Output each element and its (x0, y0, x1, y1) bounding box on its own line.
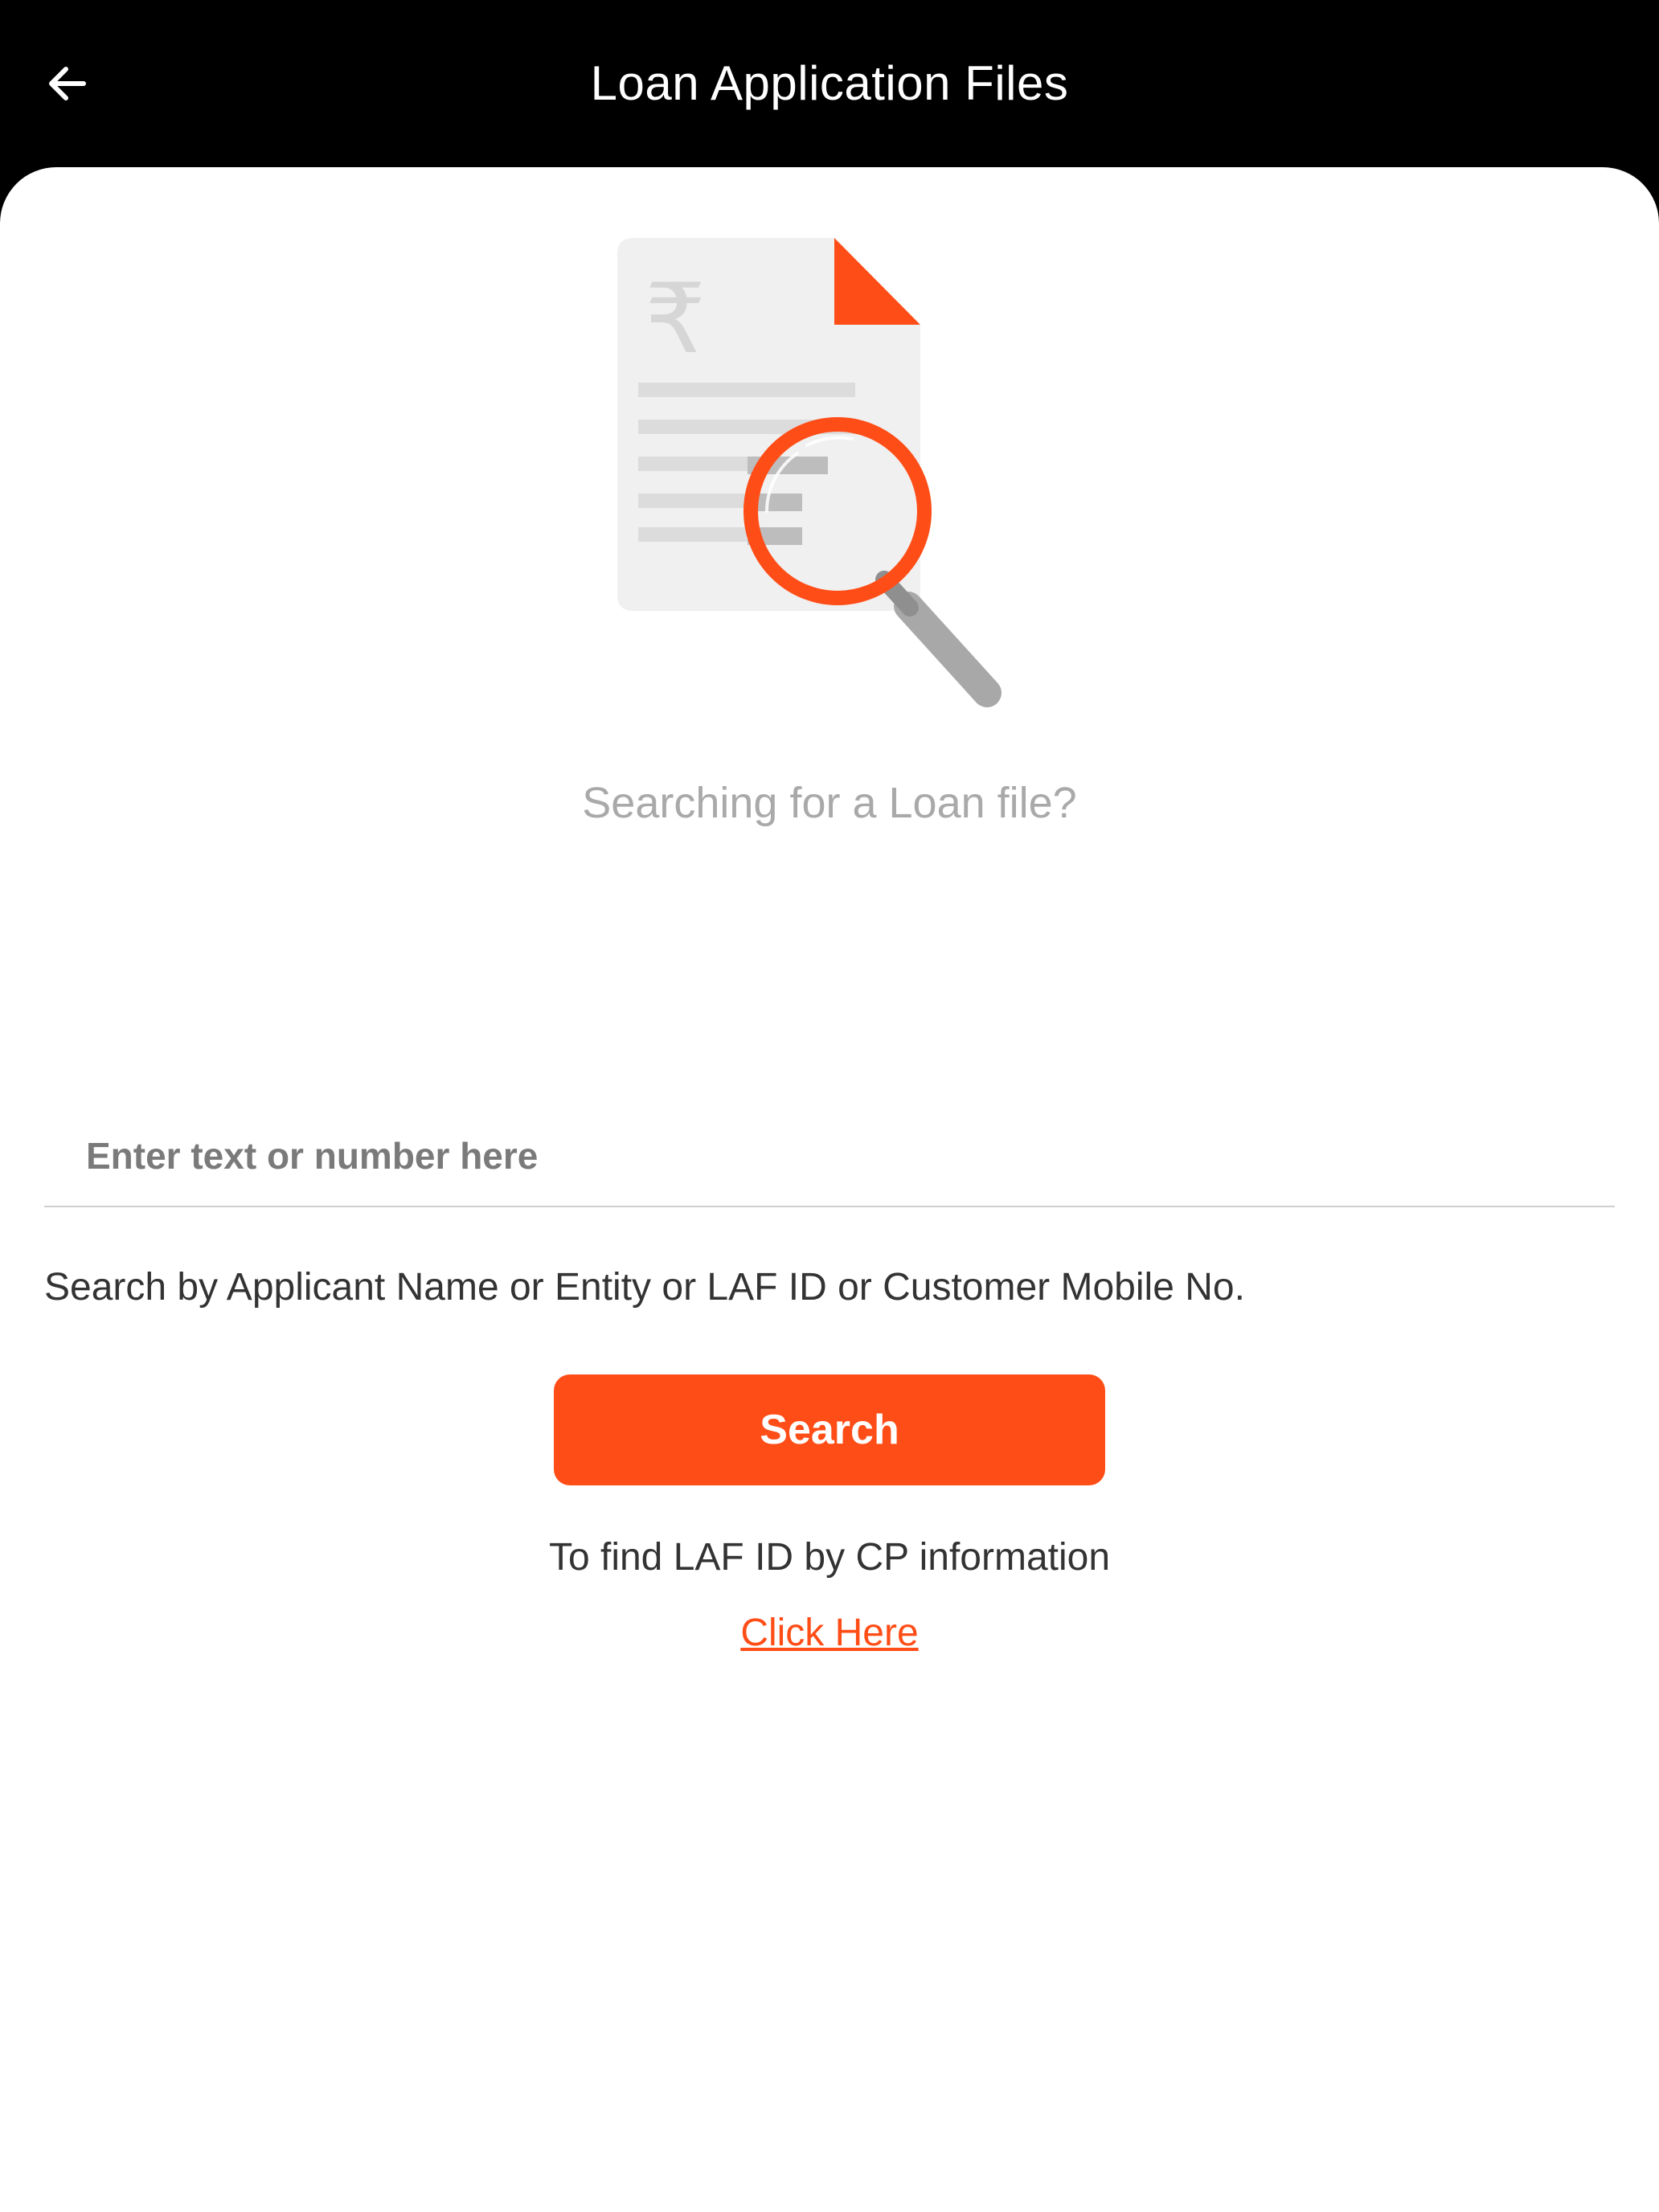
click-here-link[interactable]: Click Here (740, 1612, 918, 1654)
top-app-bar: Loan Application Files (0, 0, 1659, 167)
search-field[interactable] (44, 1106, 1615, 1207)
empty-state-message: Searching for a Loan file? (582, 779, 1077, 827)
page-title: Loan Application Files (590, 56, 1069, 110)
app-screen: Loan Application Files ₹ Searching for a… (0, 0, 1659, 2212)
search-button[interactable]: Search (554, 1374, 1105, 1485)
cp-info-text: To find LAF ID by CP information (548, 1536, 1111, 1579)
rupee-icon: ₹ (645, 264, 706, 375)
click-here-container: Click Here (0, 1608, 1659, 1668)
search-input[interactable] (44, 1106, 1615, 1206)
document-search-icon: ₹ (617, 238, 1002, 707)
search-helper-text: Search by Applicant Name or Entity or LA… (44, 1266, 1245, 1309)
